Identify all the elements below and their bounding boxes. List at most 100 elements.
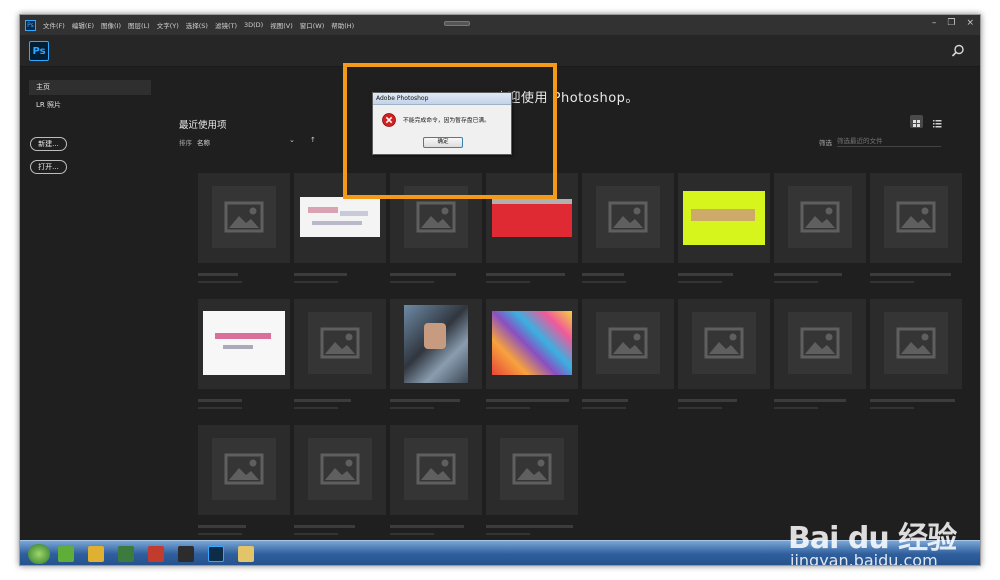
menu-window[interactable]: 窗口(W)	[300, 20, 325, 30]
recent-file-tile[interactable]	[198, 425, 290, 515]
window-controls: – ❐ ×	[932, 18, 974, 28]
file-date-blurred	[870, 281, 914, 283]
recent-file-tile[interactable]	[582, 173, 674, 263]
file-date-blurred	[198, 533, 242, 535]
file-name-blurred	[294, 525, 355, 528]
file-date-blurred	[390, 407, 434, 409]
taskbar-folder-icon[interactable]	[238, 546, 254, 562]
placeholder-image-icon	[884, 312, 948, 374]
recent-file-tile[interactable]	[198, 299, 290, 389]
search-icon[interactable]	[950, 43, 966, 59]
placeholder-image-icon	[308, 438, 372, 500]
menu-select[interactable]: 选择(S)	[186, 20, 208, 30]
file-date-blurred	[486, 407, 530, 409]
placeholder-image-icon	[596, 186, 660, 248]
placeholder-image-icon	[212, 438, 276, 500]
placeholder-image-icon	[692, 312, 756, 374]
menu-view[interactable]: 视图(V)	[270, 20, 293, 30]
new-button[interactable]: 新建...	[30, 137, 67, 151]
file-name-blurred	[198, 273, 238, 276]
baidu-watermark: Bai du 经验 jingyan.baidu.com	[788, 493, 978, 565]
recent-file-tile[interactable]	[870, 173, 962, 263]
menu-3d[interactable]: 3D(D)	[244, 21, 263, 29]
file-date-blurred	[774, 281, 818, 283]
chevron-down-icon[interactable]: ⌄	[289, 136, 295, 144]
file-date-blurred	[294, 407, 338, 409]
recent-file-tile[interactable]	[774, 299, 866, 389]
placeholder-image-icon	[212, 186, 276, 248]
recent-file-tile[interactable]	[390, 425, 482, 515]
start-button[interactable]	[28, 544, 50, 564]
sidebar-item-home[interactable]: 主页	[29, 80, 151, 95]
restore-button[interactable]: ❐	[947, 18, 955, 28]
recent-file-tile[interactable]	[870, 299, 962, 389]
recent-file-tile[interactable]	[486, 425, 578, 515]
taskbar-photoshop-icon[interactable]	[208, 546, 224, 562]
menu-edit[interactable]: 编辑(E)	[72, 20, 94, 30]
grid-view-icon[interactable]	[910, 115, 923, 128]
sort-direction-icon[interactable]: ↑	[310, 136, 316, 144]
file-name-blurred	[486, 273, 565, 276]
menu-help[interactable]: 帮助(H)	[331, 20, 354, 30]
recent-file-tile[interactable]	[294, 299, 386, 389]
menu-image[interactable]: 图像(I)	[101, 20, 121, 30]
sort-control[interactable]: 排序 名称 ⌄ ↑	[179, 136, 319, 149]
file-name-blurred	[294, 273, 347, 276]
sidebar: 主页 LR 照片 新建... 打开...	[20, 67, 160, 545]
file-date-blurred	[678, 281, 722, 283]
placeholder-image-icon	[884, 186, 948, 248]
filter-label: 筛选	[819, 139, 832, 147]
recent-file-tile[interactable]	[486, 299, 578, 389]
recent-file-tile[interactable]	[678, 173, 770, 263]
minimize-button[interactable]: –	[932, 18, 937, 28]
menu-filter[interactable]: 滤镜(T)	[215, 20, 237, 30]
recent-file-tile[interactable]	[198, 173, 290, 263]
file-name-blurred	[390, 525, 464, 528]
list-view-icon[interactable]	[931, 115, 944, 128]
menu-file[interactable]: 文件(F)	[43, 20, 65, 30]
taskbar-app-icon[interactable]	[178, 546, 194, 562]
placeholder-image-icon	[788, 312, 852, 374]
file-name-blurred	[870, 273, 951, 276]
recent-file-tile[interactable]	[294, 425, 386, 515]
file-name-blurred	[486, 399, 569, 402]
placeholder-image-icon	[788, 186, 852, 248]
app-icon: Ps	[25, 19, 36, 31]
file-thumbnail	[300, 197, 380, 237]
taskbar-app-icon[interactable]	[88, 546, 104, 562]
file-thumbnail	[404, 305, 468, 383]
recent-file-tile[interactable]	[582, 299, 674, 389]
title-grip[interactable]	[444, 21, 470, 26]
file-name-blurred	[582, 399, 628, 402]
recent-file-tile[interactable]	[774, 173, 866, 263]
recent-file-tile[interactable]	[678, 299, 770, 389]
taskbar-app-icon[interactable]	[148, 546, 164, 562]
file-thumbnail	[683, 191, 765, 245]
taskbar-app-icon[interactable]	[118, 546, 134, 562]
file-name-blurred	[774, 399, 846, 402]
menu-type[interactable]: 文字(Y)	[157, 20, 179, 30]
menu-bar: Ps 文件(F) 编辑(E) 图像(I) 图层(L) 文字(Y) 选择(S) 滤…	[20, 15, 980, 35]
sort-value[interactable]: 名称	[197, 137, 210, 147]
file-thumbnail	[203, 311, 285, 375]
filter-input[interactable]	[837, 135, 941, 147]
file-thumbnail	[492, 199, 572, 237]
file-date-blurred	[486, 281, 530, 283]
menu-layer[interactable]: 图层(L)	[128, 20, 150, 30]
taskbar-app-icon[interactable]	[58, 546, 74, 562]
file-name-blurred	[678, 399, 737, 402]
close-button[interactable]: ×	[966, 18, 974, 28]
file-name-blurred	[870, 399, 955, 402]
main-content: 欢迎使用 Photoshop。 最近使用项 排序 名称 ⌄ ↑ 筛选	[160, 67, 970, 545]
placeholder-image-icon	[308, 312, 372, 374]
file-name-blurred	[678, 273, 733, 276]
open-button[interactable]: 打开...	[30, 160, 67, 174]
file-name-blurred	[582, 273, 624, 276]
ps-logo: Ps	[29, 41, 49, 61]
file-name-blurred	[774, 273, 842, 276]
sidebar-item-lr-photos[interactable]: LR 照片	[29, 98, 151, 113]
highlight-annotation	[343, 63, 557, 199]
file-name-blurred	[198, 525, 246, 528]
file-date-blurred	[582, 281, 626, 283]
recent-file-tile[interactable]	[390, 299, 482, 389]
